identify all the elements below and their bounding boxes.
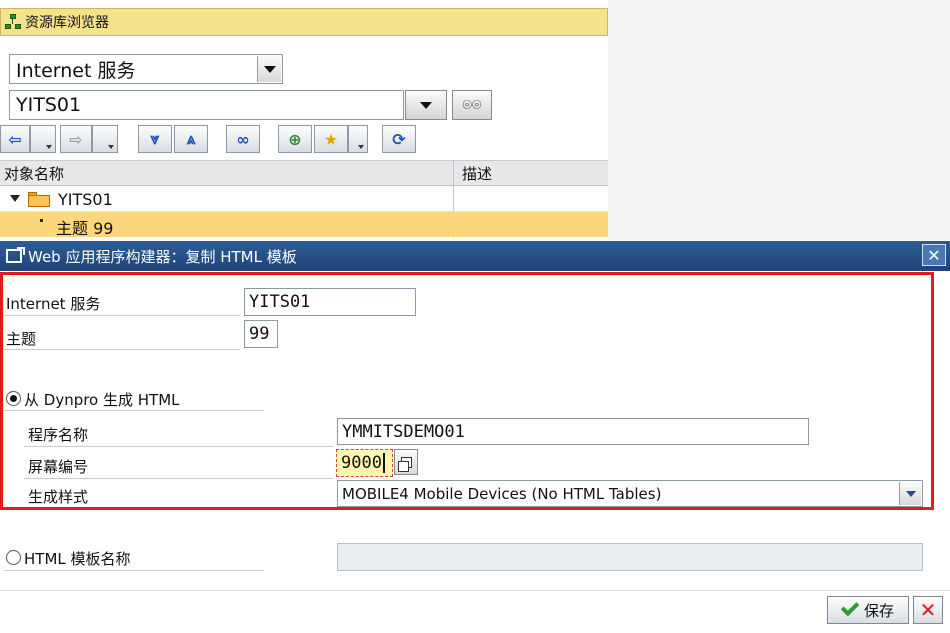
highlight-annotation-box — [0, 272, 934, 510]
hierarchy-icon: ⊕ — [288, 129, 302, 149]
object-type-value: Internet 服务 — [16, 59, 136, 82]
favorites-menu-button[interactable] — [348, 125, 368, 153]
hierarchy-icon — [5, 14, 21, 30]
star-icon: ★ — [323, 129, 339, 149]
footer-divider — [0, 590, 950, 591]
collapse-up-button[interactable]: ⩓ — [174, 125, 208, 153]
find-button[interactable]: ∞ — [226, 125, 260, 153]
folder-icon — [28, 192, 50, 207]
dialog-title: Web 应用程序构建器：复制 HTML 模板 — [28, 247, 297, 266]
hierarchy-button[interactable]: ⊕ — [278, 125, 312, 153]
forward-button[interactable]: ⇨ — [60, 125, 92, 153]
refresh-icon: ⟳ — [392, 129, 406, 149]
radio-html-template-name[interactable] — [6, 550, 21, 565]
object-name-dropdown-button[interactable] — [405, 90, 447, 120]
repository-browser-title: 资源库浏览器 — [0, 8, 608, 36]
checkmark-icon — [840, 597, 860, 617]
object-name-input[interactable]: YITS01 — [9, 90, 404, 120]
dialog-titlebar[interactable]: Web 应用程序构建器：复制 HTML 模板 — [0, 241, 950, 271]
glasses-icon: ⌾⌾ — [462, 95, 482, 114]
close-icon: ✕ — [927, 245, 941, 265]
display-object-button[interactable]: ⌾⌾ — [452, 90, 492, 120]
favorites-button[interactable]: ★ — [314, 125, 348, 153]
radio-html-template-name-label[interactable]: HTML 模板名称 — [24, 548, 131, 569]
refresh-button[interactable]: ⟳ — [382, 125, 416, 153]
background-area — [608, 0, 950, 240]
save-button[interactable]: 保存 — [827, 596, 909, 624]
tree-header — [0, 160, 608, 186]
expand-down-icon: ⩔ — [150, 129, 160, 148]
binoculars-icon: ∞ — [236, 129, 250, 149]
label-underline — [4, 570, 264, 571]
column-header-object-name[interactable]: 对象名称 — [4, 163, 64, 184]
back-menu-button[interactable] — [30, 125, 56, 153]
cancel-button[interactable]: ✕ — [913, 596, 943, 624]
chevron-down-icon — [420, 101, 432, 109]
arrow-left-icon: ⇦ — [8, 129, 22, 149]
object-name-value: YITS01 — [16, 94, 82, 116]
tree-node-label[interactable]: 主题 99 — [56, 215, 113, 239]
close-button[interactable]: ✕ — [922, 244, 946, 266]
forward-menu-button[interactable] — [92, 125, 118, 153]
expand-toggle-icon[interactable] — [10, 195, 20, 202]
bullet-icon — [40, 219, 43, 222]
html-template-name-input — [337, 543, 923, 571]
expand-down-button[interactable]: ⩔ — [138, 125, 172, 153]
arrow-right-icon: ⇨ — [69, 129, 83, 149]
object-type-select[interactable]: Internet 服务 — [9, 54, 283, 84]
repository-browser-title-text: 资源库浏览器 — [25, 15, 109, 31]
save-button-label: 保存 — [863, 601, 894, 620]
back-button[interactable]: ⇦ — [0, 125, 30, 153]
tree-node-label[interactable]: YITS01 — [58, 190, 113, 209]
tree-row-description-cell — [454, 212, 608, 237]
copy-window-icon — [6, 247, 25, 263]
chevron-down-icon[interactable] — [257, 56, 281, 82]
cancel-icon: ✕ — [919, 598, 937, 622]
column-header-description[interactable]: 描述 — [462, 163, 492, 184]
collapse-up-icon: ⩓ — [186, 129, 196, 148]
